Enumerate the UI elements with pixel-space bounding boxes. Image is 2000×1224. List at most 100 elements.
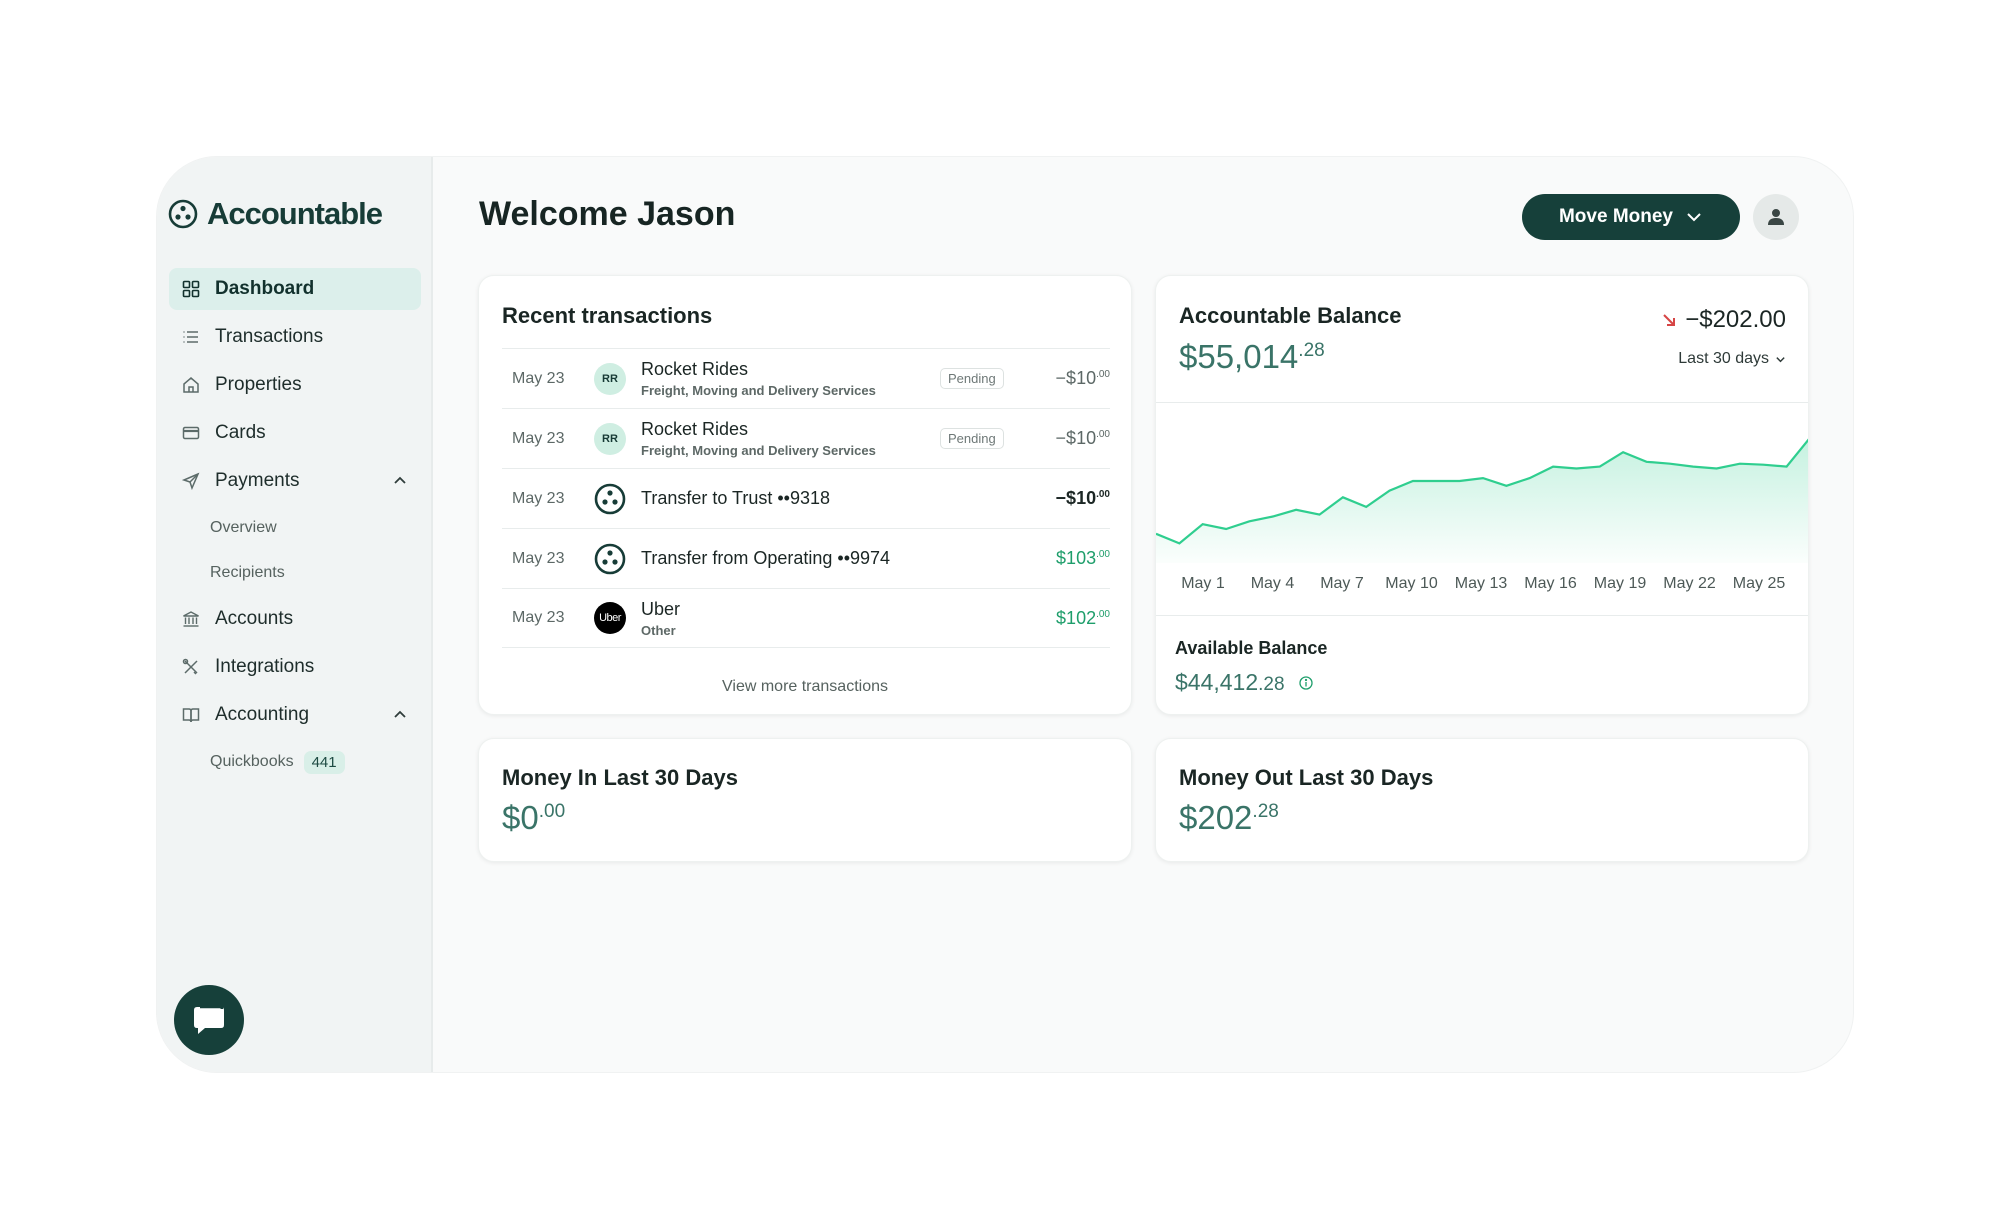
user-icon [1768, 209, 1784, 225]
money-in-cents: .00 [538, 801, 566, 822]
sidebar-item-integrations[interactable]: Integrations [169, 646, 421, 688]
accountable-logo-icon [594, 543, 626, 575]
money-out-card: Money Out Last 30 Days $202.28 [1155, 738, 1809, 862]
app-window: Accountable Dashboard Transactions Prope… [157, 157, 1853, 1072]
range-select[interactable]: Last 30 days [1678, 350, 1786, 368]
transactions-list: May 23 RR Rocket Rides Freight, Moving a… [502, 348, 1110, 648]
balance-whole: $55,014 [1179, 338, 1299, 375]
chat-button[interactable] [174, 985, 244, 1055]
chart-x-tick-label: May 22 [1663, 575, 1716, 592]
tx-category: Freight, Moving and Delivery Services [641, 383, 876, 398]
chart-area [1156, 440, 1808, 563]
tx-amount: −$10.00 [1056, 488, 1110, 509]
balance-cents: .28 [1298, 340, 1325, 361]
chart-x-tick-label: May 4 [1251, 575, 1295, 592]
tx-amount-cents: .00 [1096, 429, 1110, 440]
chevron-down-icon [1687, 213, 1701, 222]
balance-amount: $55,014.28 [1179, 338, 1325, 376]
sidebar: Accountable Dashboard Transactions Prope… [157, 157, 433, 1072]
sidebar-item-label: Integrations [215, 656, 315, 677]
sidebar-item-label: Cards [215, 422, 266, 443]
tx-amount-whole: −$10 [1055, 488, 1097, 508]
money-in-amount: $0.00 [502, 799, 565, 837]
sidebar-item-accounts[interactable]: Accounts [169, 598, 421, 640]
tx-date: May 23 [512, 609, 565, 626]
table-row[interactable]: May 23 Transfer to Trust ••9318 −$10.00 [502, 468, 1110, 528]
card-icon [181, 423, 201, 443]
book-icon [181, 705, 201, 725]
table-row[interactable]: May 23 Transfer from Operating ••9974 $1… [502, 528, 1110, 588]
sidebar-nav: Dashboard Transactions Properties Cards [169, 268, 421, 787]
info-icon[interactable] [1298, 676, 1313, 690]
merchant-avatar: RR [594, 362, 626, 395]
brand-logo[interactable]: Accountable [168, 196, 383, 232]
card-title: Money In Last 30 Days [502, 765, 738, 790]
card-title: Recent transactions [502, 303, 713, 328]
home-icon [181, 375, 201, 395]
tx-amount: $103.00 [1056, 548, 1110, 569]
sidebar-item-label: Payments [215, 470, 300, 491]
sidebar-item-label: Accounts [215, 608, 294, 629]
table-row[interactable]: May 23 RR Rocket Rides Freight, Moving a… [502, 348, 1110, 408]
page-title: Welcome Jason [479, 195, 736, 233]
main-content: Welcome Jason Move Money Recent transact… [433, 157, 1853, 1072]
money-out-cents: .28 [1252, 801, 1279, 822]
tx-name: Transfer from Operating ••9974 [641, 548, 891, 568]
balance-change-value: −$202.00 [1685, 306, 1786, 333]
available-balance-amount: $44,412.28 [1175, 669, 1313, 696]
tx-name: Uber [641, 598, 681, 619]
money-in-card: Money In Last 30 Days $0.00 [478, 738, 1132, 862]
table-row[interactable]: May 23 RR Rocket Rides Freight, Moving a… [502, 408, 1110, 468]
range-label: Last 30 days [1678, 350, 1769, 367]
tx-amount-cents: .00 [1096, 369, 1110, 380]
view-more-transactions-link[interactable]: View more transactions [479, 678, 1131, 696]
chevron-down-icon [1776, 356, 1785, 362]
chart-x-tick-label: May 7 [1320, 575, 1364, 592]
sidebar-item-dashboard[interactable]: Dashboard [169, 268, 421, 310]
table-row[interactable]: May 23 Uber Uber Other $102.00 [502, 588, 1110, 648]
chevron-up-icon[interactable] [391, 706, 409, 724]
uber-logo-icon: Uber [594, 602, 626, 634]
brand-name: Accountable [207, 196, 383, 231]
sidebar-subitem-quickbooks[interactable]: Quickbooks 441 [169, 742, 421, 782]
available-cents: .28 [1258, 674, 1285, 695]
tx-date: May 23 [512, 489, 565, 507]
available-whole: $44,412 [1175, 669, 1259, 695]
tx-amount: −$10.00 [1056, 428, 1110, 449]
balance-change: −$202.00 [1661, 306, 1786, 334]
tools-icon [181, 657, 201, 677]
tx-amount-whole: −$10 [1055, 428, 1097, 448]
tx-amount: −$10.00 [1056, 368, 1110, 389]
status-badge: Pending [940, 428, 1004, 449]
tx-amount-cents: .00 [1096, 549, 1110, 560]
bank-icon [181, 609, 201, 629]
sidebar-item-cards[interactable]: Cards [169, 412, 421, 454]
tx-amount-whole: $103 [1056, 548, 1097, 568]
recent-transactions-card: Recent transactions May 23 RR Rocket Rid… [478, 275, 1132, 715]
move-money-button[interactable]: Move Money [1522, 194, 1740, 240]
count-badge: 441 [303, 750, 345, 774]
tx-amount-whole: −$10 [1055, 368, 1097, 388]
tx-amount-whole: $102 [1056, 608, 1097, 628]
sidebar-item-transactions[interactable]: Transactions [169, 316, 421, 358]
chart-x-ticks: May 1 May 4 May 7 May 10 May 13 May 16 May 19 M… [1181, 575, 1785, 592]
money-out-whole: $202 [1179, 799, 1253, 836]
divider [1156, 615, 1808, 616]
tx-date: May 23 [512, 369, 565, 387]
send-icon [181, 471, 201, 491]
balance-card: Accountable Balance $55,014.28 −$202.00 … [1155, 275, 1809, 715]
sidebar-subitem-overview[interactable]: Overview [169, 508, 421, 548]
sidebar-item-payments[interactable]: Payments [169, 460, 421, 502]
sidebar-subitem-recipients[interactable]: Recipients [169, 553, 421, 593]
avatar[interactable] [1753, 194, 1799, 240]
sidebar-item-accounting[interactable]: Accounting [169, 694, 421, 736]
chevron-up-icon[interactable] [391, 472, 409, 490]
tx-date: May 23 [512, 549, 565, 567]
grid-icon [181, 279, 201, 299]
chart-x-tick-label: May 13 [1455, 575, 1508, 592]
card-title: Money Out Last 30 Days [1179, 765, 1434, 790]
sidebar-subitem-label: Quickbooks [210, 753, 294, 770]
chat-icon [194, 1005, 224, 1034]
sidebar-item-properties[interactable]: Properties [169, 364, 421, 406]
sidebar-item-label: Transactions [215, 326, 324, 347]
